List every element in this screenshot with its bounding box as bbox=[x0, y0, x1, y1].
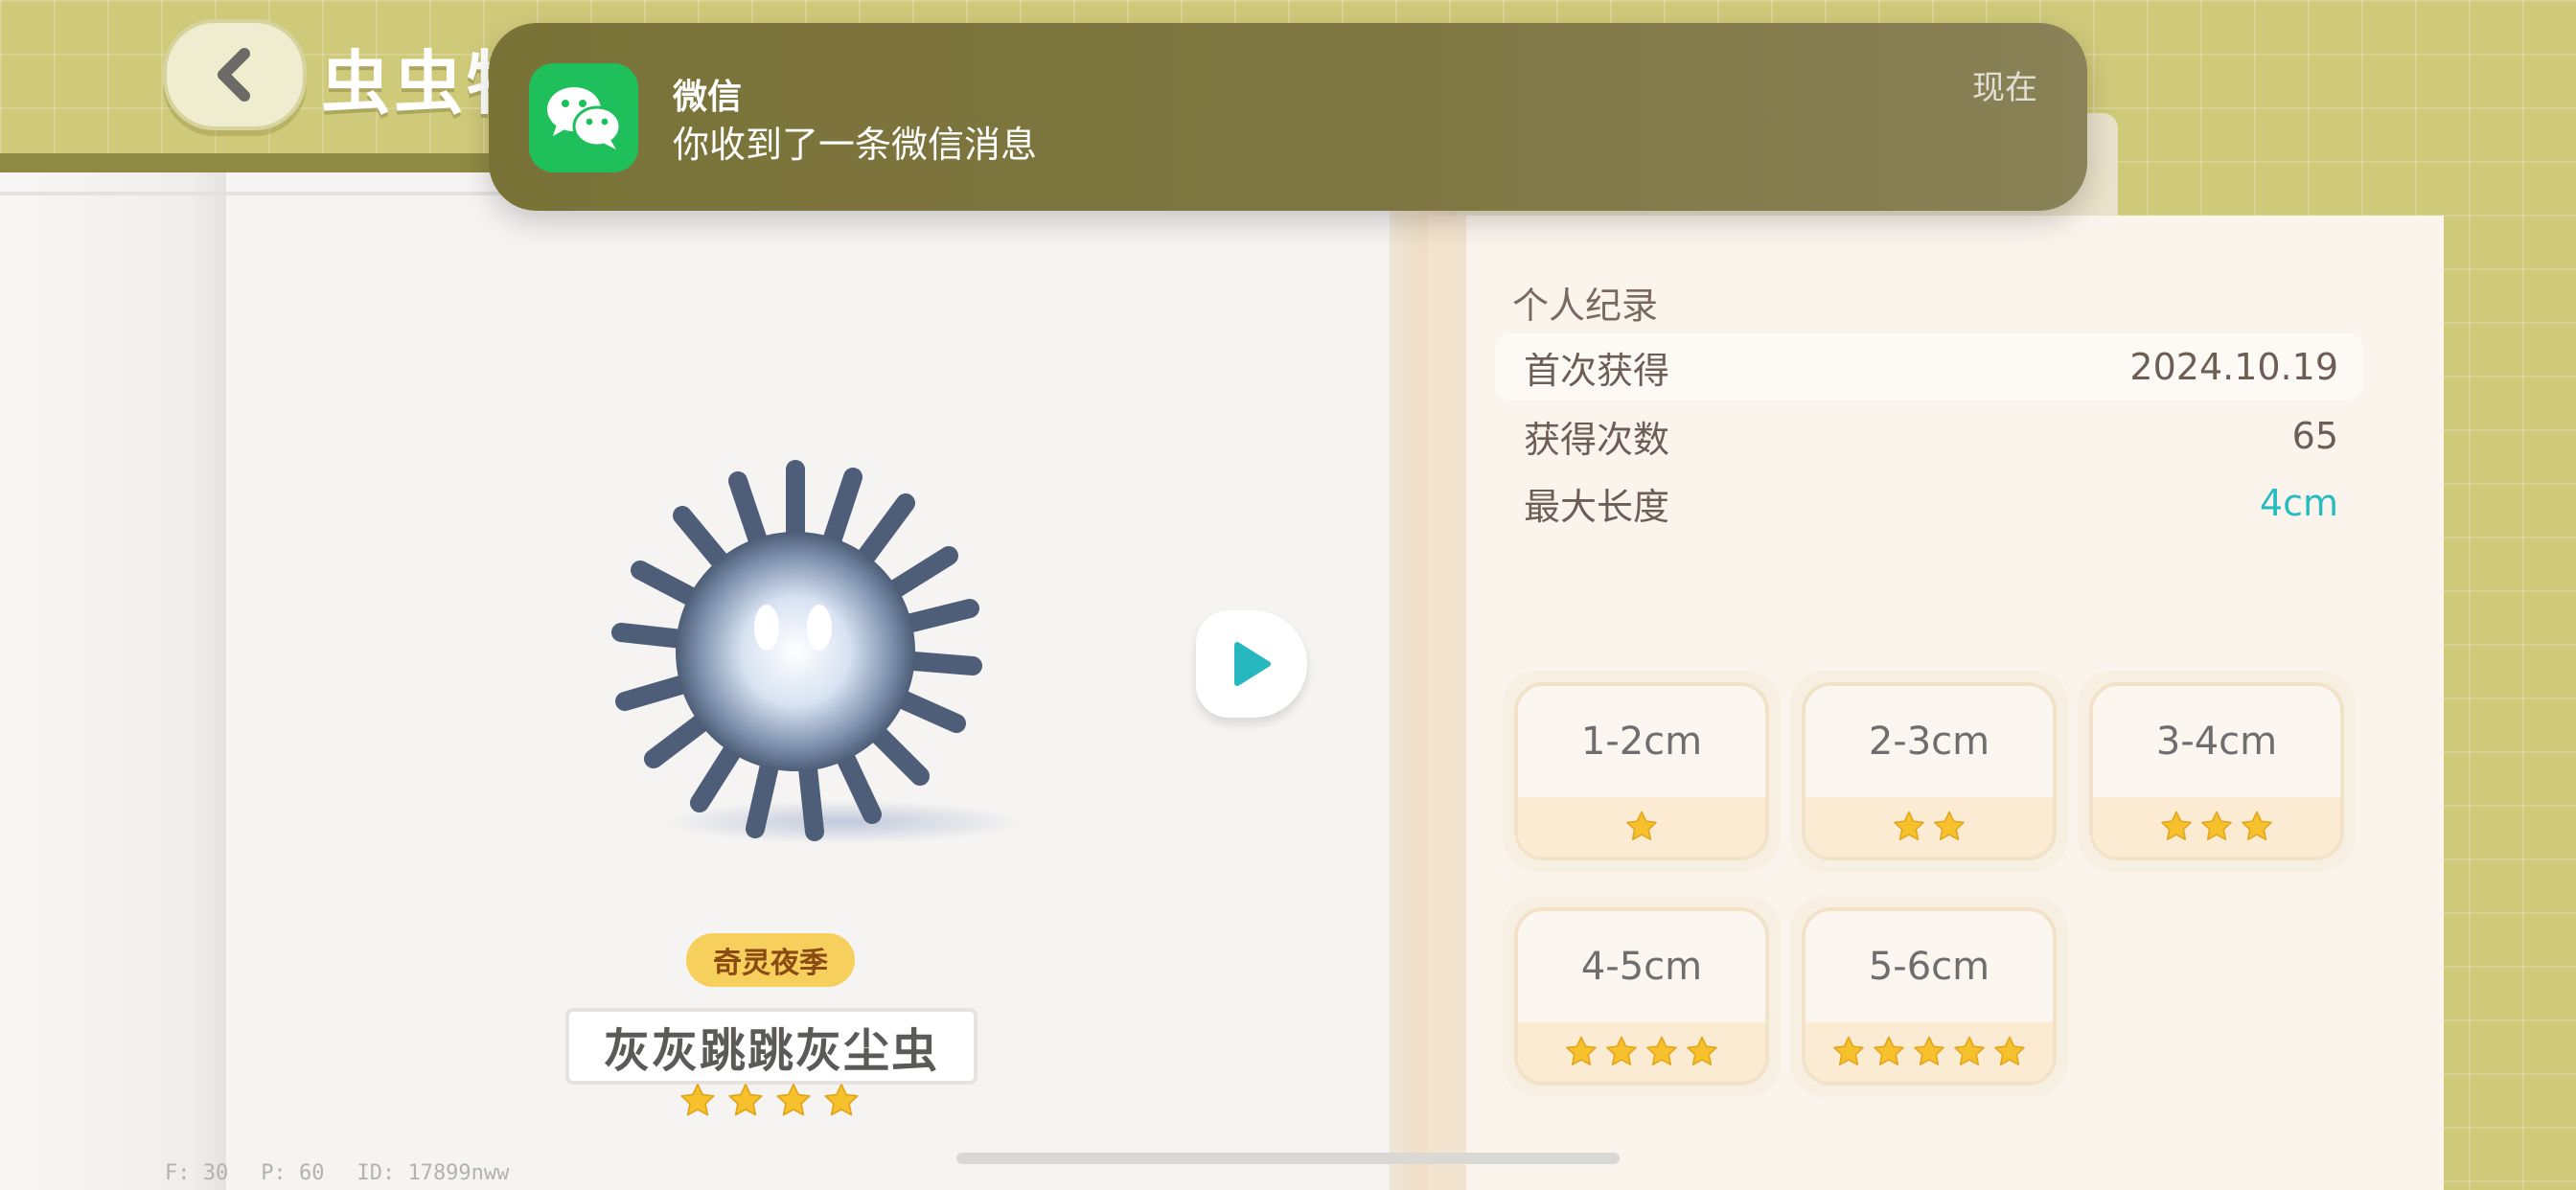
debug-fps: F: 30 bbox=[165, 1161, 229, 1185]
size-tier-stars bbox=[1518, 797, 1765, 857]
creature-illustration bbox=[611, 460, 982, 841]
records-title: 个人纪录 bbox=[1512, 285, 1659, 327]
debug-id: ID: 17899nww bbox=[356, 1161, 510, 1185]
record-value: 2024.10.19 bbox=[2129, 346, 2338, 388]
season-badge: 奇灵夜季 bbox=[686, 933, 855, 987]
notification-time: 现在 bbox=[1972, 69, 2037, 107]
size-tier-label: 4-5cm bbox=[1580, 945, 1703, 989]
record-label: 首次获得 bbox=[1524, 349, 1670, 392]
star-icon bbox=[680, 1083, 715, 1116]
home-indicator[interactable] bbox=[956, 1153, 1620, 1164]
creature-name: 灰灰跳跳灰尘虫 bbox=[565, 1008, 978, 1085]
notification-app-name: 微信 bbox=[673, 78, 743, 117]
star-icon bbox=[776, 1083, 811, 1116]
size-tier-stars bbox=[2093, 797, 2340, 857]
star-icon bbox=[1954, 1036, 1985, 1065]
wechat-notification[interactable]: 微信 你收到了一条微信消息 现在 bbox=[489, 23, 2087, 211]
creature-rarity-stars bbox=[669, 1081, 870, 1129]
play-animation-button[interactable] bbox=[1196, 610, 1307, 718]
star-icon bbox=[2242, 811, 2272, 840]
debug-overlay: F: 30 P: 60 ID: 17899nww bbox=[165, 1161, 509, 1185]
back-button[interactable] bbox=[163, 19, 307, 130]
size-tier-card[interactable]: 1-2cm bbox=[1503, 671, 1781, 872]
record-max-length: 最大长度 4cm bbox=[1495, 469, 2363, 537]
size-tier-card[interactable]: 4-5cm bbox=[1503, 896, 1781, 1097]
star-icon bbox=[1914, 1036, 1944, 1065]
book-left-edge bbox=[0, 172, 226, 1190]
size-tier-stars bbox=[1806, 797, 2053, 857]
star-icon bbox=[1646, 1036, 1677, 1065]
record-label: 获得次数 bbox=[1524, 418, 1670, 461]
chevron-left-icon bbox=[218, 48, 250, 102]
record-obtain-count: 获得次数 65 bbox=[1495, 402, 2363, 469]
size-tier-label: 2-3cm bbox=[1868, 720, 1990, 764]
size-tier-card[interactable]: 2-3cm bbox=[1790, 671, 2068, 872]
star-icon bbox=[1566, 1036, 1597, 1065]
record-first-obtained: 首次获得 2024.10.19 bbox=[1495, 333, 2363, 400]
page-title: 虫虫物 bbox=[321, 43, 513, 124]
size-tier-card[interactable]: 3-4cm bbox=[2078, 671, 2356, 872]
size-tier-stars bbox=[1518, 1022, 1765, 1082]
star-icon bbox=[2201, 811, 2232, 840]
notification-message: 你收到了一条微信消息 bbox=[673, 124, 1038, 166]
star-icon bbox=[1934, 811, 1965, 840]
size-tier-stars bbox=[1806, 1022, 2053, 1082]
star-icon bbox=[824, 1083, 859, 1116]
star-icon bbox=[1994, 1036, 2025, 1065]
star-icon bbox=[2161, 811, 2192, 840]
record-label: 最大长度 bbox=[1524, 485, 1670, 528]
star-icon bbox=[1874, 1036, 1904, 1065]
header-shelf-left bbox=[0, 153, 537, 172]
wechat-icon bbox=[529, 63, 638, 172]
star-icon bbox=[1606, 1036, 1637, 1065]
record-value-accent: 4cm bbox=[2259, 482, 2338, 524]
star-icon bbox=[1626, 811, 1657, 840]
star-icon bbox=[1687, 1036, 1717, 1065]
size-tier-label: 1-2cm bbox=[1580, 720, 1703, 764]
star-icon bbox=[1833, 1036, 1864, 1065]
debug-ping: P: 60 bbox=[261, 1161, 325, 1185]
size-tier-label: 5-6cm bbox=[1868, 945, 1990, 989]
star-icon bbox=[728, 1083, 763, 1116]
play-icon bbox=[1234, 642, 1271, 686]
size-tier-card[interactable]: 5-6cm bbox=[1790, 896, 2068, 1097]
star-icon bbox=[1894, 811, 1924, 840]
size-tier-label: 3-4cm bbox=[2155, 720, 2278, 764]
record-value: 65 bbox=[2291, 415, 2338, 457]
